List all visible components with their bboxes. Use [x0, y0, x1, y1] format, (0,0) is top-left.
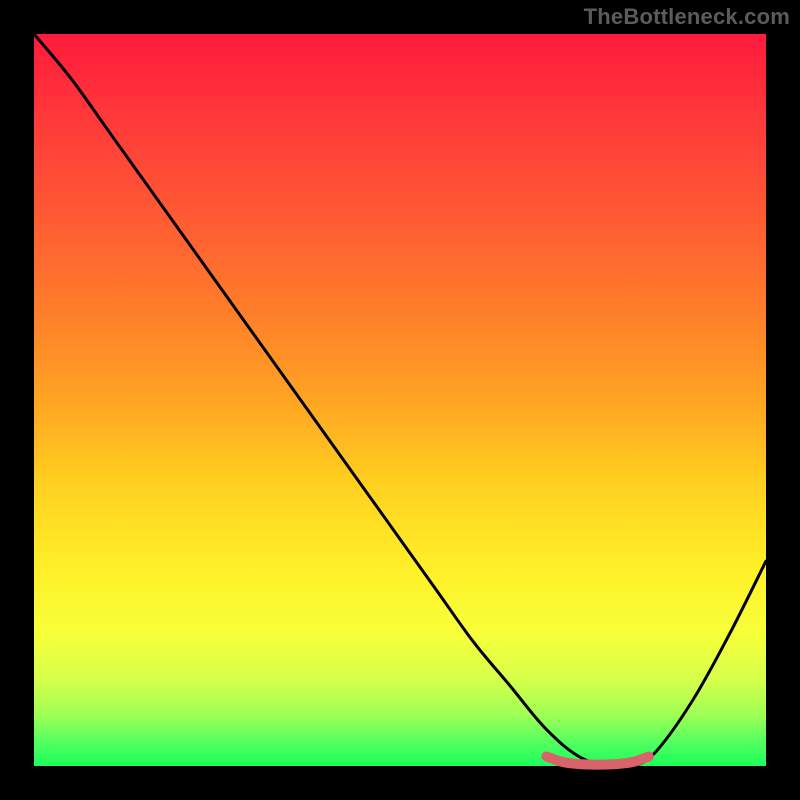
bottleneck-chart: [0, 0, 800, 800]
chart-frame: TheBottleneck.com: [0, 0, 800, 800]
watermark-text: TheBottleneck.com: [584, 4, 790, 30]
plot-background: [34, 34, 766, 766]
